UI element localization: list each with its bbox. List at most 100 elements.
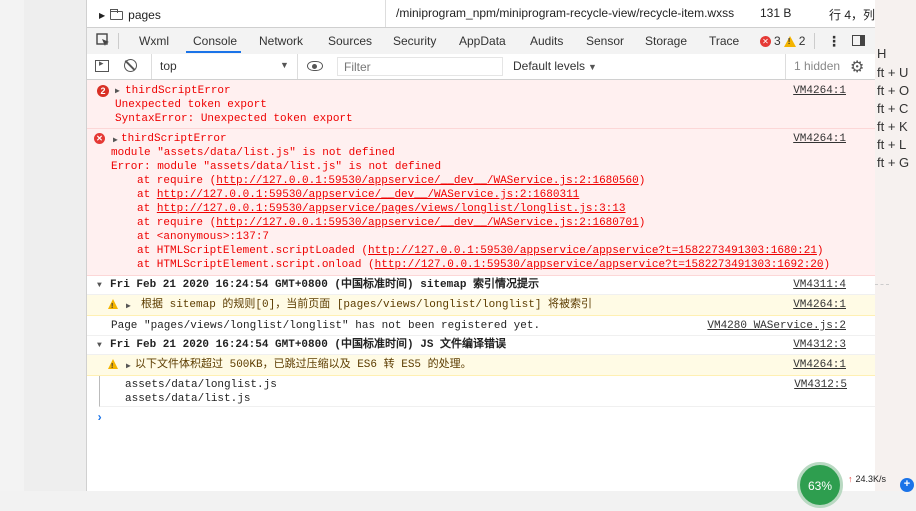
stack-frame: at http://127.0.0.1:59530/appservice/__d… [137,188,579,202]
context-selector[interactable]: top ▼ [151,54,298,79]
tab-security[interactable]: Security [393,34,436,48]
dropdown-arrow-icon: ▼ [588,62,597,72]
plus-icon[interactable]: + [900,478,914,492]
source-link[interactable]: VM4264:1 [793,132,846,146]
expand-triangle-icon[interactable]: ▶ [99,11,105,20]
stack-frame-text: ) [638,217,646,229]
source-link[interactable]: VM4312:3 [793,338,846,352]
tab-appdata[interactable]: AppData [459,34,506,48]
stack-frame-text: at [137,203,157,215]
inspect-element-icon[interactable] [96,33,110,47]
devtools-panel: ▶ pages /miniprogram_npm/miniprogram-rec… [86,0,876,491]
stack-frame-text: at HTMLScriptElement.scriptLoaded ( [137,245,369,257]
expand-triangle-icon[interactable]: ▶ [126,360,131,374]
shortcut-item: ft + O [877,83,910,98]
console-warning-entry[interactable]: ▶ 以下文件体积超过 500KB，已跳过压缩以及 ES6 转 ES5 的处理。 … [87,355,876,376]
error-count: 3 [774,34,781,48]
tab-console[interactable]: Console [193,34,237,48]
active-tab-indicator [186,51,241,53]
tab-storage[interactable]: Storage [645,34,687,48]
console-group-header[interactable]: ▼ Fri Feb 21 2020 16:24:54 GMT+0800 (中国标… [87,336,876,355]
collapse-triangle-icon[interactable]: ▼ [97,279,102,293]
error-title: thirdScriptError [121,133,227,145]
tree-item-pages[interactable]: ▶ pages [99,8,161,22]
shortcut-item: ft + C [877,101,909,116]
expand-triangle-icon[interactable]: ▶ [126,300,131,314]
folder-icon [110,8,124,20]
source-link[interactable]: VM4280 WAService.js:2 [707,319,846,333]
show-sidebar-icon[interactable] [95,58,109,72]
console-warning-entry[interactable]: ▶ 根据 sitemap 的规则[0]，当前页面 [pages/views/lo… [87,295,876,316]
stack-frame: at require (http://127.0.0.1:59530/appse… [137,216,645,230]
toolbar-divider [814,33,815,49]
file-size: 131 B [760,6,792,20]
live-expression-eye-icon[interactable] [307,61,323,71]
source-link[interactable]: VM4264:1 [793,358,846,372]
console-log-entry: assets/data/longlist.js assets/data/list… [99,376,876,407]
shortcut-item: ft + K [877,119,908,134]
tab-network[interactable]: Network [259,34,303,48]
stack-frame-text: ) [816,245,824,257]
warning-count-icon [783,35,796,47]
stack-frame-link[interactable]: http://127.0.0.1:59530/appservice/appser… [375,259,824,271]
gear-icon[interactable]: ⚙ [850,57,864,77]
more-options-icon[interactable]: ⋮ [827,33,841,50]
performance-gauge[interactable]: 63% [797,462,843,508]
toolbar-divider [118,33,119,49]
file-name: assets/data/longlist.js [125,379,277,391]
stack-frame-text: at require ( [137,217,217,229]
divider [875,284,889,285]
clear-console-icon[interactable] [124,59,137,72]
stack-frame: at <anonymous>:137:7 [137,230,269,244]
stack-frame-link[interactable]: http://127.0.0.1:59530/appservice/pages/… [157,203,626,215]
file-info-bar: /miniprogram_npm/miniprogram-recycle-vie… [385,0,876,27]
source-link[interactable]: VM4264:1 [793,298,846,312]
hidden-messages-count: 1 hidden [785,54,844,79]
group-title: Fri Feb 21 2020 16:24:54 GMT+0800 (中国标准时… [110,339,507,351]
left-panel [24,0,86,491]
log-levels-dropdown[interactable]: Default levels ▼ [513,59,597,73]
console-error-entry[interactable]: ✕ ▶ thirdScriptError module "assets/data… [87,129,876,276]
source-link[interactable]: VM4311:4 [793,278,846,292]
console-filter-input[interactable] [337,57,503,76]
network-speed: ↑ 24.3K/s [848,474,886,484]
expand-triangle-icon[interactable]: ▶ [115,85,120,99]
tab-audits[interactable]: Audits [530,34,563,48]
tab-trace[interactable]: Trace [709,34,739,48]
source-link[interactable]: VM4264:1 [793,84,846,98]
stack-frame-text: at require ( [137,175,217,187]
stack-frame: at HTMLScriptElement.scriptLoaded (http:… [137,244,824,258]
shortcut-item: ft + L [877,137,907,152]
console-error-entry[interactable]: 2 ▶ thirdScriptError Unexpected token ex… [87,80,876,129]
dock-side-icon[interactable] [852,35,865,46]
left-gutter [0,0,24,491]
stack-frame-link[interactable]: http://127.0.0.1:59530/appservice/__dev_… [216,217,638,229]
file-path: /miniprogram_npm/miniprogram-recycle-vie… [396,6,735,20]
tab-sensor[interactable]: Sensor [586,34,624,48]
log-levels-label: Default levels [513,59,586,73]
tab-wxml[interactable]: Wxml [139,34,169,48]
console-prompt-caret[interactable]: › [96,411,103,425]
error-title: thirdScriptError [125,85,231,97]
error-icon: ✕ [94,133,105,144]
issue-counts[interactable]: ✕ 3 2 [760,34,805,48]
warning-icon [108,299,118,314]
file-info-row: ▶ pages /miniprogram_npm/miniprogram-rec… [87,0,876,27]
error-detail: SyntaxError: Unexpected token export [115,113,353,125]
source-link[interactable]: VM4312:5 [794,378,847,392]
warning-message: 根据 sitemap 的规则[0]，当前页面 [pages/views/long… [141,299,593,311]
stack-frame-link[interactable]: http://127.0.0.1:59530/appservice/__dev_… [157,189,579,201]
stack-frame: at http://127.0.0.1:59530/appservice/pag… [137,202,626,216]
stack-frame-link[interactable]: http://127.0.0.1:59530/appservice/__dev_… [216,175,638,187]
error-message: Unexpected token export [115,99,267,111]
stack-frame-link[interactable]: http://127.0.0.1:59530/appservice/appser… [368,245,817,257]
folder-label: pages [128,8,161,22]
repeat-count-badge: 2 [97,85,109,97]
context-selector-value: top [160,59,177,73]
console-group-header[interactable]: ▼ Fri Feb 21 2020 16:24:54 GMT+0800 (中国标… [87,276,876,295]
collapse-triangle-icon[interactable]: ▼ [97,339,102,353]
console-toolbar: top ▼ Default levels▼ 1 hidden ⚙ [87,54,876,80]
tab-sources[interactable]: Sources [328,34,372,48]
shortcut-item: ft + G [877,155,910,170]
stack-frame-text: ) [638,175,646,187]
